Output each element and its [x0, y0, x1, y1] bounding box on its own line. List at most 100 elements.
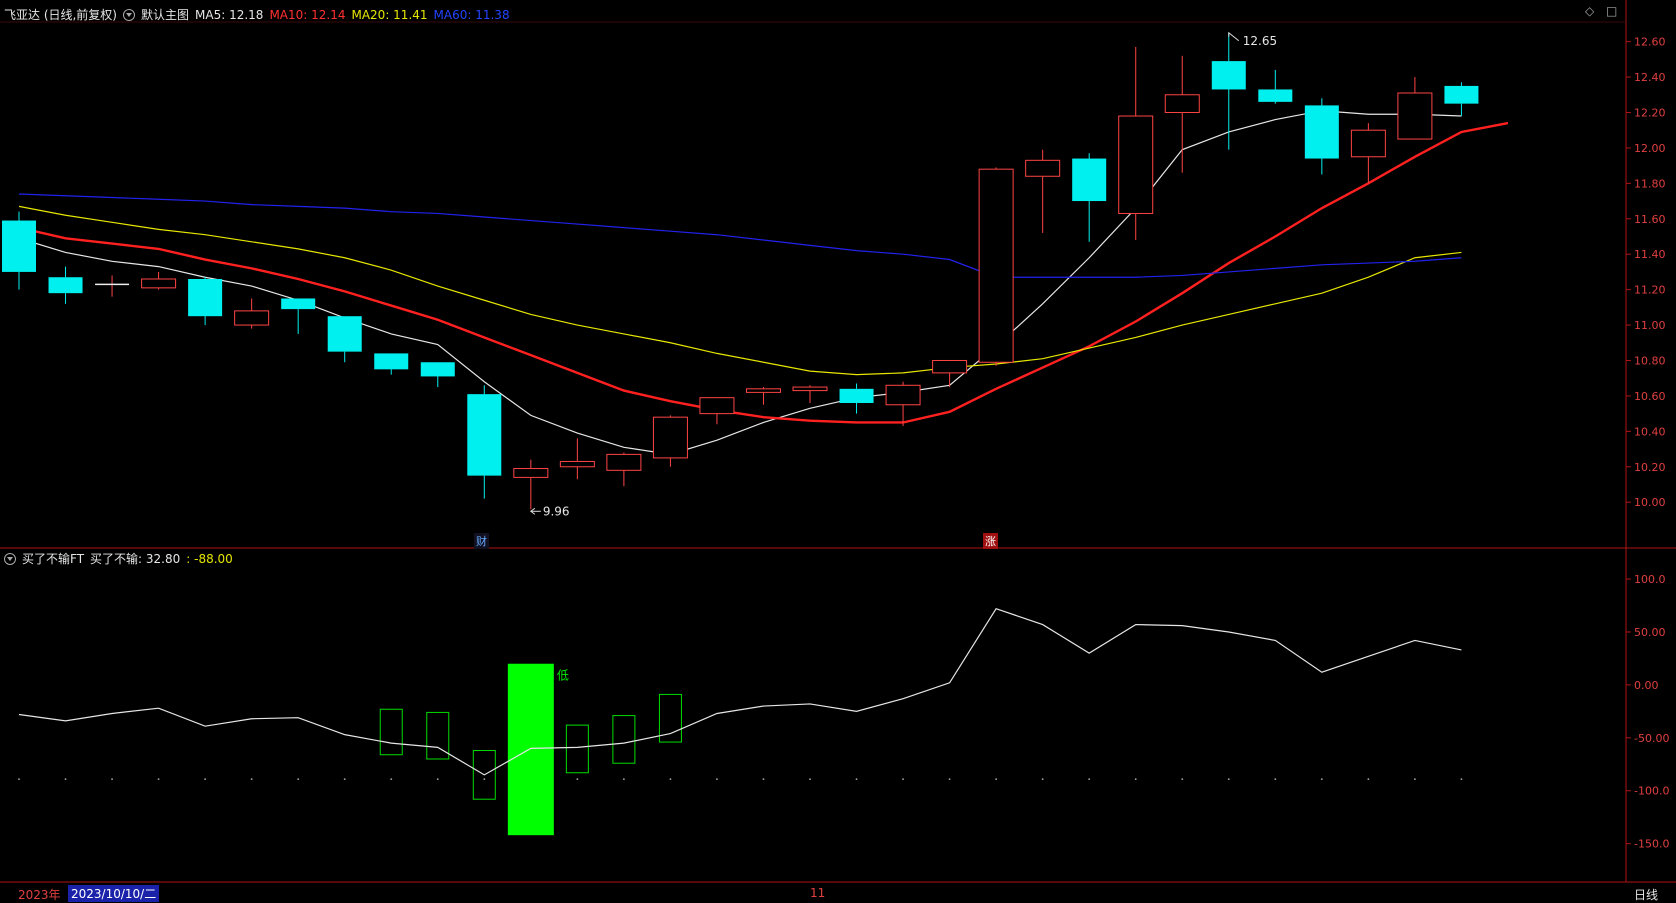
- candle-16: [745, 387, 781, 405]
- candle-15: [699, 397, 735, 425]
- y-tick-label: 12.40: [1634, 71, 1666, 84]
- signal-box: [565, 724, 589, 774]
- signal-box: [379, 708, 403, 756]
- ma10-label: MA10: 12.14: [269, 7, 346, 22]
- baseline-dot: [18, 778, 20, 780]
- candle-31: [1444, 82, 1479, 117]
- baseline-dot: [1227, 778, 1230, 780]
- candle-body: [1258, 89, 1293, 102]
- ma-line-ma5: [18, 110, 1462, 455]
- y-tick-label: 11.80: [1634, 177, 1666, 190]
- candle-body: [652, 416, 688, 459]
- baseline-dot: [1367, 778, 1370, 780]
- y-tick-label: 12.20: [1634, 106, 1666, 119]
- candle-23: [1072, 153, 1107, 242]
- baseline-dot: [622, 778, 625, 780]
- candle-body: [234, 310, 270, 326]
- ma-line-ma10: [18, 121, 1509, 424]
- ind-y-tick-label: -150.0: [1634, 838, 1669, 851]
- baseline-dot: [902, 778, 904, 780]
- candle-29: [1350, 123, 1386, 184]
- candle-body: [141, 278, 177, 289]
- candle-25: [1164, 55, 1200, 173]
- ind-y-tick-label: 50.00: [1634, 626, 1666, 639]
- candle-27: [1258, 69, 1293, 104]
- baseline-dot: [1460, 778, 1463, 780]
- template-label[interactable]: 默认主图: [141, 6, 189, 23]
- baseline-dot: [1088, 778, 1091, 780]
- candle-body: [932, 359, 968, 374]
- candle-body: [559, 460, 595, 468]
- candle-body: [745, 388, 781, 393]
- indicator-line: [18, 607, 1462, 776]
- baseline-dot: [1274, 778, 1277, 780]
- candle-body: [1025, 159, 1061, 177]
- diamond-icon[interactable]: ◇: [1585, 4, 1594, 18]
- y-tick-label: 10.00: [1634, 496, 1666, 509]
- candle-17: [792, 385, 828, 403]
- candle-10: [467, 385, 502, 499]
- baseline-dot: [855, 778, 858, 780]
- baseline-dot: [1134, 778, 1137, 780]
- y-tick-label: 11.60: [1634, 213, 1666, 226]
- period-label[interactable]: 日线: [1634, 886, 1658, 903]
- maximize-icon[interactable]: □: [1606, 4, 1617, 18]
- candle-body: [281, 298, 316, 310]
- indicator-header: 买了不输FT 买了不输: 32.80 : -88.00: [4, 550, 233, 567]
- baseline-dot: [436, 778, 439, 780]
- collapse-indicator-icon[interactable]: [4, 552, 16, 565]
- baseline-dot: [669, 778, 672, 780]
- candle-body: [467, 394, 502, 476]
- stock-title[interactable]: 飞亚达 (日线,前复权): [4, 6, 117, 23]
- candle-body: [699, 397, 735, 415]
- y-tick-label: 12.60: [1634, 36, 1666, 49]
- y-tick-label: 11.40: [1634, 248, 1666, 261]
- candle-body: [792, 386, 828, 392]
- candle-body: [885, 384, 921, 406]
- candle-9: [420, 362, 455, 388]
- ind-y-tick-label: 0.00: [1634, 679, 1659, 692]
- baseline-dot: [1041, 778, 1044, 780]
- baseline-dot: [576, 778, 579, 780]
- baseline-dot: [809, 778, 811, 780]
- candle-0: [2, 211, 36, 290]
- high-pointer: [1228, 31, 1240, 42]
- candle-4: [188, 277, 223, 326]
- baseline-dot: [64, 778, 67, 780]
- y-tick-label: 10.20: [1634, 461, 1666, 474]
- candle-body: [1397, 92, 1433, 140]
- indicator-value: 买了不输: 32.80: [90, 552, 181, 566]
- baseline-dot: [343, 778, 346, 780]
- candle-28: [1304, 98, 1339, 175]
- baseline-dot: [297, 778, 300, 780]
- candle-body: [1211, 61, 1246, 90]
- low-label: 9.96: [543, 504, 570, 518]
- candle-body: [48, 277, 83, 294]
- chart-canvas[interactable]: 12.60 12.40 12.20 12.00 11.80 11.60 11.40 11.20…: [0, 0, 1676, 903]
- time-axis-bar: 2023年 2023/10/10/二 11 日线: [0, 882, 1676, 903]
- earnings-marker[interactable]: 财: [474, 533, 489, 549]
- indicator-name[interactable]: 买了不输FT: [22, 550, 84, 567]
- cursor-date: 2023/10/10/二: [68, 885, 160, 902]
- candle-body: [513, 468, 549, 478]
- limit-up-marker[interactable]: 涨: [983, 533, 998, 549]
- ma60-label: MA60: 11.38: [433, 7, 510, 22]
- candle-body: [1164, 94, 1200, 113]
- ma-line-ma20: [18, 205, 1462, 376]
- candle-5: [234, 298, 270, 329]
- candle-20: [932, 359, 968, 388]
- candle-1: [48, 266, 83, 304]
- high-label: 12.65: [1243, 34, 1277, 48]
- y-tick-label: 10.40: [1634, 425, 1666, 438]
- candle-21: [978, 167, 1014, 366]
- year-label: 2023年: [18, 888, 61, 902]
- candle-body: [374, 353, 409, 370]
- baseline-dot: [948, 778, 951, 780]
- indicator-extra: : -88.00: [186, 551, 233, 566]
- ma5-label: MA5: 12.18: [195, 7, 264, 22]
- ind-y-tick-label: -100.0: [1634, 785, 1669, 798]
- ind-y-tick-label: 100.0: [1634, 573, 1666, 586]
- collapse-icon[interactable]: [123, 8, 135, 21]
- candle-body: [420, 362, 455, 377]
- y-tick-label: 11.20: [1634, 284, 1666, 297]
